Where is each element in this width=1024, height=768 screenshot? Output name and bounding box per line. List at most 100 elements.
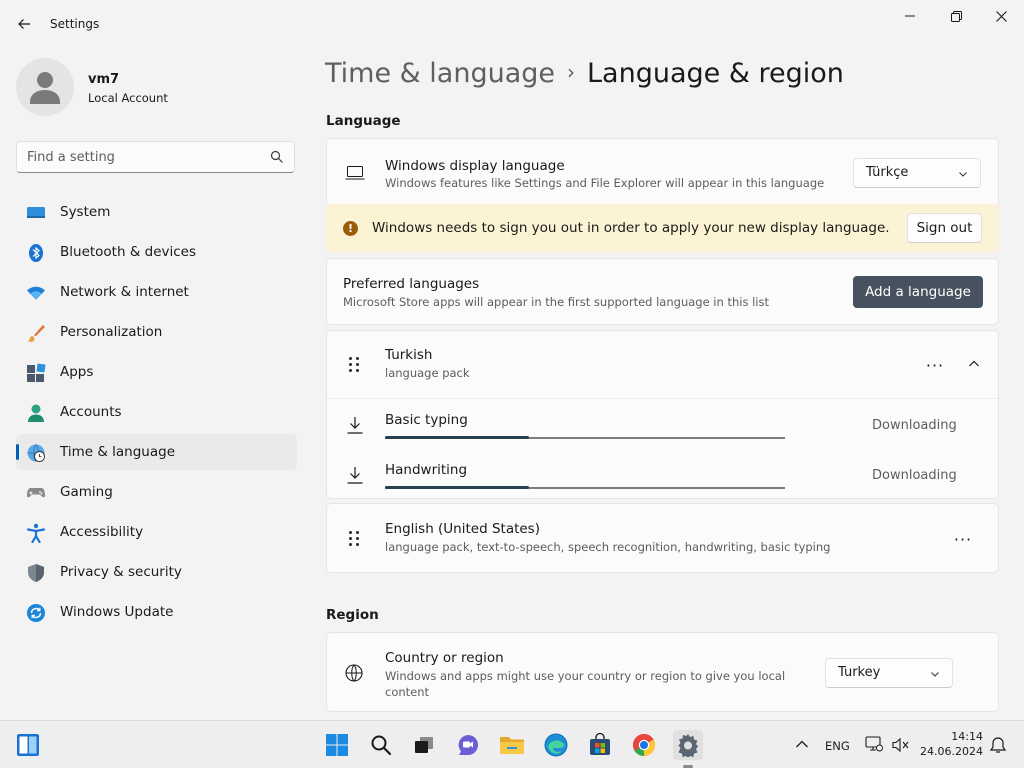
minimize-icon bbox=[905, 15, 915, 17]
sidebar-item-label: Network & internet bbox=[60, 284, 189, 300]
close-button[interactable] bbox=[978, 0, 1024, 32]
user-icon bbox=[30, 72, 60, 104]
gamepad-icon bbox=[27, 488, 45, 498]
store-icon bbox=[590, 733, 610, 755]
display-language-title: Windows display language bbox=[385, 158, 565, 174]
sidebar-item-gaming[interactable]: Gaming bbox=[16, 474, 297, 510]
accessibility-icon bbox=[26, 523, 46, 543]
notification-icon[interactable] bbox=[989, 736, 1007, 754]
app-title: Settings bbox=[50, 17, 100, 31]
shield-icon bbox=[28, 564, 44, 582]
warning-icon: ! bbox=[343, 221, 358, 236]
user-name: vm7 bbox=[88, 72, 120, 87]
country-region-subtitle-line2: content bbox=[385, 685, 430, 699]
sidebar-item-label: Accessibility bbox=[60, 524, 144, 540]
sidebar-item-bluetooth[interactable]: Bluetooth & devices bbox=[16, 234, 297, 270]
back-arrow-icon bbox=[18, 19, 30, 29]
start-icon bbox=[326, 734, 348, 756]
feature-status: Downloading bbox=[872, 418, 957, 433]
feature-status: Downloading bbox=[872, 468, 957, 483]
chevron-down-icon bbox=[959, 172, 967, 177]
sidebar-item-system[interactable]: System bbox=[16, 194, 297, 230]
more-options-button[interactable]: ··· bbox=[949, 529, 977, 549]
language-detail: language pack bbox=[385, 366, 470, 380]
sidebar-item-label: System bbox=[60, 204, 111, 220]
account-type: Local Account bbox=[88, 91, 168, 105]
display-language-card: Windows display language Windows feature… bbox=[326, 138, 999, 204]
chevron-down-icon bbox=[931, 672, 939, 677]
sidebar-item-label: Windows Update bbox=[60, 604, 174, 620]
search-box[interactable] bbox=[16, 141, 295, 173]
chevron-up-icon[interactable] bbox=[968, 359, 980, 369]
chat-icon bbox=[458, 735, 478, 755]
title-bar: Settings bbox=[0, 0, 1024, 48]
sidebar-item-label: Accounts bbox=[60, 404, 122, 420]
feature-name: Handwriting bbox=[385, 462, 468, 478]
sign-out-warning: ! Windows needs to sign you out in order… bbox=[326, 204, 999, 252]
sidebar-item-label: Time & language bbox=[60, 444, 176, 460]
start-button[interactable] bbox=[322, 730, 352, 760]
desktop-widget-button[interactable] bbox=[13, 730, 43, 760]
minimize-button[interactable] bbox=[887, 0, 933, 32]
task-view-icon bbox=[415, 737, 433, 753]
search-icon[interactable] bbox=[270, 150, 284, 164]
file-explorer-button[interactable] bbox=[497, 730, 527, 760]
add-language-button[interactable]: Add a language bbox=[853, 276, 983, 308]
sidebar-item-personalization[interactable]: Personalization bbox=[16, 314, 297, 350]
volume-muted-icon[interactable] bbox=[892, 737, 910, 753]
taskbar: ENG bbox=[0, 720, 1024, 768]
restore-icon bbox=[950, 10, 962, 22]
network-icon[interactable] bbox=[865, 736, 883, 752]
dropdown-value: Turkey bbox=[838, 665, 881, 680]
taskbar-search-button[interactable] bbox=[366, 730, 396, 760]
sidebar-item-label: Bluetooth & devices bbox=[60, 244, 197, 260]
language-name: Turkish bbox=[385, 347, 433, 363]
display-language-dropdown[interactable]: Türkçe bbox=[853, 158, 981, 188]
sidebar-item-network[interactable]: Network & internet bbox=[16, 274, 297, 310]
sidebar-item-privacy[interactable]: Privacy & security bbox=[16, 554, 297, 590]
preferred-languages-title: Preferred languages bbox=[343, 276, 480, 292]
sidebar-item-time-language[interactable]: Time & language bbox=[16, 434, 297, 470]
edge-button[interactable] bbox=[541, 730, 571, 760]
drag-handle-icon[interactable] bbox=[349, 531, 361, 547]
search-input[interactable] bbox=[27, 148, 257, 166]
breadcrumb-parent[interactable]: Time & language bbox=[325, 58, 555, 89]
sidebar-item-windows-update[interactable]: Windows Update bbox=[16, 594, 297, 630]
sign-out-button[interactable]: Sign out bbox=[907, 213, 982, 243]
sidebar-item-label: Privacy & security bbox=[60, 564, 182, 580]
chevron-up-icon[interactable] bbox=[795, 739, 809, 749]
chat-button[interactable] bbox=[453, 730, 483, 760]
settings-taskbar-button[interactable] bbox=[673, 730, 703, 760]
avatar bbox=[16, 58, 74, 116]
preferred-languages-card: Preferred languages Microsoft Store apps… bbox=[326, 258, 999, 325]
more-options-button[interactable]: ··· bbox=[921, 355, 949, 375]
apps-icon bbox=[27, 363, 46, 382]
wifi-icon bbox=[27, 286, 45, 300]
country-region-card: Country or region Windows and apps might… bbox=[326, 632, 999, 712]
drag-handle-icon[interactable] bbox=[349, 357, 361, 373]
taskbar-clock[interactable]: 14:14 24.06.2024 bbox=[915, 729, 983, 759]
country-region-dropdown[interactable]: Turkey bbox=[825, 658, 953, 688]
store-button[interactable] bbox=[585, 730, 615, 760]
feature-progress-fill bbox=[385, 486, 529, 489]
globe-clock-icon bbox=[27, 444, 45, 462]
download-icon bbox=[347, 417, 363, 434]
language-detail: language pack, text-to-speech, speech re… bbox=[385, 540, 831, 554]
input-language-indicator[interactable]: ENG bbox=[825, 739, 850, 753]
task-view-button[interactable] bbox=[409, 730, 439, 760]
laptop-icon bbox=[345, 166, 365, 180]
back-button[interactable] bbox=[10, 10, 38, 38]
clock-time: 14:14 bbox=[951, 730, 983, 743]
sidebar-item-accessibility[interactable]: Accessibility bbox=[16, 514, 297, 550]
settings-icon bbox=[678, 734, 698, 757]
chrome-button[interactable] bbox=[629, 730, 659, 760]
preferred-languages-subtitle: Microsoft Store apps will appear in the … bbox=[343, 295, 769, 309]
account-header[interactable]: vm7 Local Account bbox=[16, 56, 296, 120]
sidebar-item-accounts[interactable]: Accounts bbox=[16, 394, 297, 430]
breadcrumb-separator: › bbox=[567, 60, 576, 84]
language-name: English (United States) bbox=[385, 521, 540, 537]
restore-button[interactable] bbox=[933, 0, 979, 32]
sidebar-item-apps[interactable]: Apps bbox=[16, 354, 297, 390]
feature-progress-bar bbox=[385, 436, 785, 439]
system-icon bbox=[27, 207, 45, 218]
